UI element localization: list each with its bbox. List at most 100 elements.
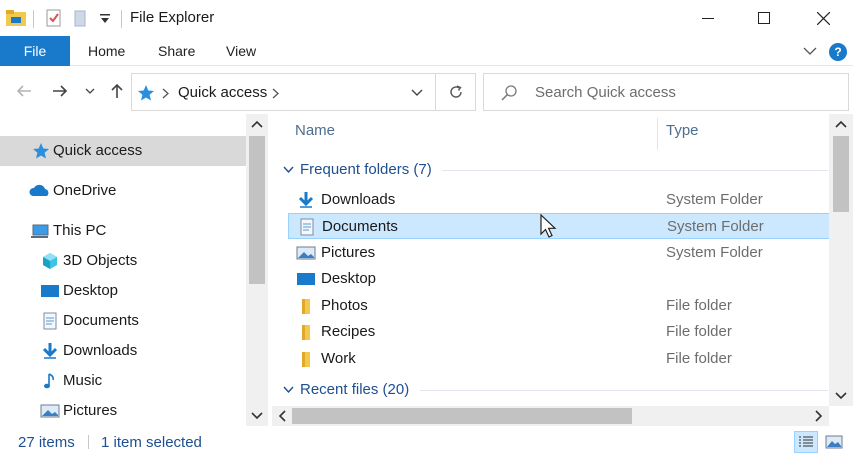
status-separator — [88, 435, 89, 449]
download-icon — [42, 343, 58, 359]
column-header-type[interactable]: Type — [666, 122, 699, 139]
list-item-photos[interactable]: Photos File folder — [288, 293, 830, 319]
scroll-right-icon[interactable] — [815, 410, 823, 422]
forward-button[interactable] — [48, 78, 72, 104]
large-icons-view-button[interactable] — [822, 431, 846, 453]
breadcrumb-chevron-icon[interactable] — [272, 88, 279, 99]
minimize-icon — [702, 18, 714, 19]
group-header-frequent-folders[interactable]: Frequent folders (7) — [272, 157, 828, 183]
group-divider — [442, 170, 828, 171]
desktop-icon — [297, 273, 315, 285]
list-item-desktop[interactable]: Desktop — [288, 266, 830, 292]
tab-share[interactable]: Share — [158, 36, 195, 66]
status-bar: 27 items 1 item selected — [0, 428, 853, 454]
tab-view[interactable]: View — [226, 36, 256, 66]
list-item-type: System Folder — [666, 191, 763, 208]
navigation-bar: Quick access Search Quick access — [0, 70, 853, 112]
up-button[interactable] — [105, 78, 129, 104]
desktop-icon — [41, 285, 59, 297]
refresh-button[interactable] — [436, 73, 476, 111]
minimize-button[interactable] — [680, 0, 736, 36]
details-view-button[interactable] — [794, 431, 818, 453]
scroll-down-icon[interactable] — [835, 392, 847, 400]
recent-locations-button[interactable] — [80, 78, 100, 104]
scroll-up-icon[interactable] — [835, 120, 847, 128]
column-divider[interactable] — [657, 118, 658, 150]
folder-icon — [302, 352, 310, 367]
folder-icon — [302, 325, 310, 340]
arrow-up-icon — [111, 83, 123, 98]
folder-icon — [302, 299, 310, 314]
list-item-recipes[interactable]: Recipes File folder — [288, 319, 830, 345]
picture-icon — [825, 435, 843, 449]
scrollbar-thumb[interactable] — [292, 408, 632, 424]
file-list: Name Type Frequent folders (7) Downloads… — [272, 114, 853, 426]
list-item-pictures[interactable]: Pictures System Folder — [288, 240, 830, 266]
address-bar[interactable]: Quick access — [131, 73, 436, 111]
toolbar-separator — [33, 10, 34, 28]
properties-checkbox-icon[interactable] — [45, 8, 63, 28]
customize-dropdown-icon[interactable] — [99, 8, 111, 28]
details-view-icon — [799, 436, 813, 447]
tab-home[interactable]: Home — [88, 36, 125, 66]
back-button[interactable] — [12, 78, 36, 104]
nav-item-downloads[interactable]: Downloads — [0, 336, 246, 366]
star-icon — [33, 143, 49, 159]
column-header-name[interactable]: Name — [295, 122, 335, 139]
breadcrumb-chevron-icon — [162, 88, 169, 99]
list-item-type: File folder — [666, 297, 732, 314]
cloud-icon — [29, 184, 49, 196]
scroll-down-icon[interactable] — [251, 412, 263, 420]
address-history-chevron-icon[interactable] — [411, 89, 423, 97]
download-icon — [298, 192, 314, 208]
folder-icon[interactable] — [5, 8, 27, 28]
group-header-recent-files[interactable]: Recent files (20) — [272, 377, 828, 403]
tab-file[interactable]: File — [0, 36, 70, 66]
nav-item-documents[interactable]: Documents — [0, 306, 246, 336]
breadcrumb-location[interactable]: Quick access — [178, 84, 267, 101]
content-vertical-scrollbar[interactable] — [829, 114, 853, 406]
help-button[interactable]: ? — [829, 43, 847, 61]
selection-count: 1 item selected — [101, 434, 202, 451]
music-icon — [44, 373, 54, 389]
item-count: 27 items — [18, 434, 75, 451]
nav-item-this-pc[interactable]: This PC — [0, 216, 246, 246]
list-item-documents[interactable]: Documents System Folder — [288, 213, 830, 239]
toolbar-separator — [121, 10, 122, 28]
scroll-left-icon[interactable] — [278, 410, 286, 422]
list-item-name: Photos — [321, 297, 368, 314]
list-item-name: Downloads — [321, 191, 396, 208]
star-icon — [138, 85, 154, 101]
scrollbar-thumb[interactable] — [249, 136, 265, 284]
nav-item-quick-access[interactable]: Quick access — [0, 136, 246, 166]
nav-item-3d-objects[interactable]: 3D Objects — [0, 246, 246, 276]
search-box[interactable]: Search Quick access — [483, 73, 849, 111]
scrollbar-thumb[interactable] — [833, 136, 849, 212]
expand-ribbon-icon[interactable] — [803, 46, 817, 56]
scroll-up-icon[interactable] — [251, 120, 263, 128]
list-item-downloads[interactable]: Downloads System Folder — [288, 187, 830, 213]
list-item-name: Desktop — [321, 270, 377, 287]
list-item-type: File folder — [666, 323, 732, 340]
mouse-cursor-icon — [540, 214, 557, 238]
content-horizontal-scrollbar[interactable] — [272, 406, 829, 426]
maximize-button[interactable] — [736, 0, 792, 36]
nav-item-label: OneDrive — [53, 182, 117, 199]
nav-item-label: This PC — [53, 222, 107, 239]
nav-item-label: Downloads — [63, 342, 138, 359]
nav-item-music[interactable]: Music — [0, 366, 246, 396]
picture-icon — [296, 246, 316, 260]
search-input[interactable]: Search Quick access — [535, 84, 676, 101]
list-item-work[interactable]: Work File folder — [288, 346, 830, 372]
nav-item-label: Documents — [63, 312, 139, 329]
collapse-chevron-icon — [283, 386, 294, 394]
nav-item-onedrive[interactable]: OneDrive — [0, 176, 246, 206]
nav-item-pictures[interactable]: Pictures — [0, 396, 246, 426]
nav-item-desktop[interactable]: Desktop — [0, 276, 246, 306]
window-title: File Explorer — [130, 9, 215, 26]
nav-pane-scrollbar[interactable] — [246, 114, 268, 426]
list-item-name: Work — [321, 350, 356, 367]
close-button[interactable] — [795, 0, 851, 36]
new-folder-icon[interactable] — [72, 8, 88, 28]
arrow-right-icon — [53, 85, 68, 97]
